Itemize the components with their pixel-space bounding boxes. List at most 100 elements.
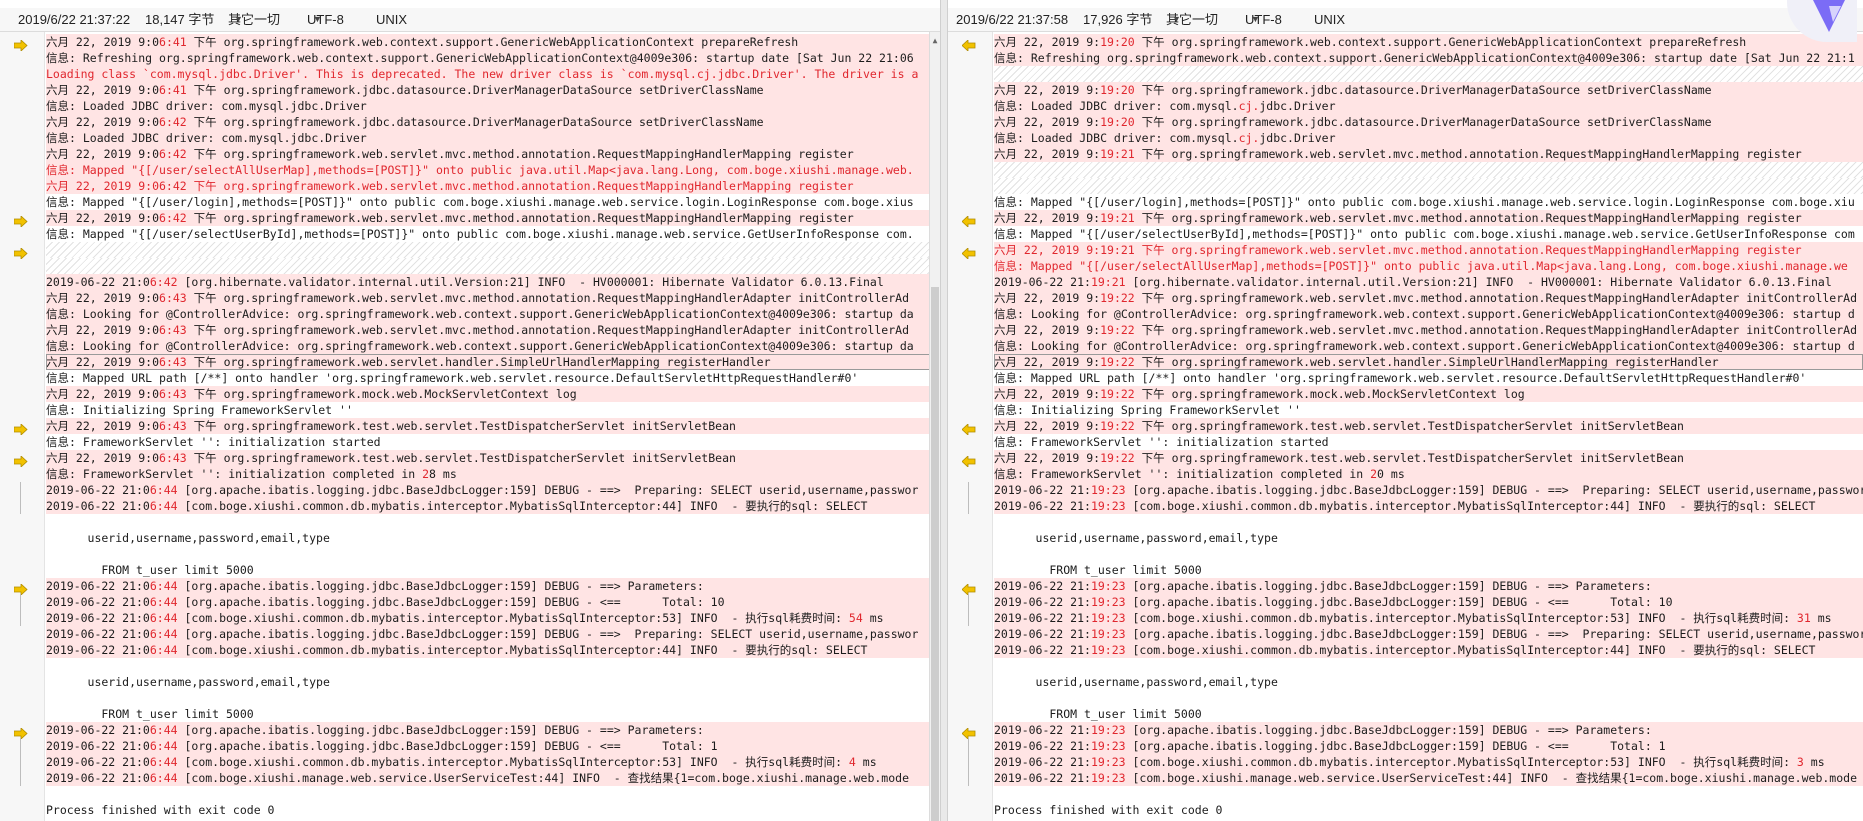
copy-left-arrow-icon[interactable]	[961, 724, 976, 740]
text-line[interactable]: 2019-06-22 21:19:23 [org.apache.ibatis.l…	[994, 722, 1863, 738]
text-line[interactable]: 信息: Initializing Spring FrameworkServlet…	[994, 402, 1863, 418]
text-line[interactable]	[46, 258, 930, 274]
text-line[interactable]: 2019-06-22 21:06:44 [org.apache.ibatis.l…	[46, 594, 930, 610]
text-line[interactable]: 2019-06-22 21:19:23 [org.apache.ibatis.l…	[994, 626, 1863, 642]
text-line[interactable]: 六月 22, 2019 9:19:22 下午 org.springframewo…	[994, 386, 1863, 402]
text-line[interactable]: 六月 22, 2019 9:19:20 下午 org.springframewo…	[994, 82, 1863, 98]
text-line[interactable]	[46, 658, 930, 674]
text-line[interactable]: FROM t_user limit 5000	[46, 562, 930, 578]
text-line[interactable]	[46, 690, 930, 706]
copy-left-arrow-icon[interactable]	[961, 580, 976, 596]
text-line[interactable]: 2019-06-22 21:19:23 [com.boge.xiushi.com…	[994, 498, 1863, 514]
text-line[interactable]: 2019-06-22 21:06:44 [com.boge.xiushi.com…	[46, 642, 930, 658]
copy-right-arrow-icon[interactable]	[13, 212, 28, 228]
text-line[interactable]: 六月 22, 2019 9:19:22 下午 org.springframewo…	[994, 354, 1863, 370]
text-line[interactable]: 信息: Loaded JDBC driver: com.mysql.jdbc.D…	[46, 130, 930, 146]
text-line[interactable]: 2019-06-22 21:06:44 [com.boge.xiushi.com…	[46, 610, 930, 626]
text-line[interactable]	[994, 690, 1863, 706]
text-line[interactable]: 2019-06-22 21:06:44 [com.boge.xiushi.com…	[46, 498, 930, 514]
copy-left-arrow-icon[interactable]	[961, 244, 976, 260]
text-line[interactable]: 2019-06-22 21:19:23 [com.boge.xiushi.com…	[994, 754, 1863, 770]
text-line[interactable]	[994, 514, 1863, 530]
text-line[interactable]: 信息: Mapped "{[/user/login],methods=[POST…	[46, 194, 930, 210]
text-line[interactable]: FROM t_user limit 5000	[46, 706, 930, 722]
copy-right-arrow-icon[interactable]	[13, 580, 28, 596]
text-line[interactable]: 六月 22, 2019 9:06:41 下午 org.springframewo…	[46, 34, 930, 50]
copy-right-arrow-icon[interactable]	[13, 452, 28, 468]
text-line[interactable]: 信息: Initializing Spring FrameworkServlet…	[46, 402, 930, 418]
text-line[interactable]: 信息: Mapped "{[/user/selectAllUserMap],me…	[46, 162, 930, 178]
text-line[interactable]: 2019-06-22 21:06:44 [com.boge.xiushi.com…	[46, 754, 930, 770]
text-line[interactable]: userid,username,password,email,type	[46, 674, 930, 690]
text-line[interactable]	[46, 242, 930, 258]
text-line[interactable]: 六月 22, 2019 9:19:22 下午 org.springframewo…	[994, 450, 1863, 466]
text-line[interactable]: 六月 22, 2019 9:06:42 下午 org.springframewo…	[46, 210, 930, 226]
text-line[interactable]: 2019-06-22 21:19:23 [com.boge.xiushi.com…	[994, 642, 1863, 658]
text-line[interactable]: 六月 22, 2019 9:19:21 下午 org.springframewo…	[994, 210, 1863, 226]
text-line[interactable]: userid,username,password,email,type	[994, 674, 1863, 690]
left-text-lines[interactable]: 六月 22, 2019 9:06:41 下午 org.springframewo…	[46, 34, 930, 818]
text-line[interactable]	[994, 178, 1863, 194]
text-line[interactable]: 六月 22, 2019 9:06:43 下午 org.springframewo…	[46, 354, 930, 370]
text-line[interactable]: 2019-06-22 21:19:23 [com.boge.xiushi.com…	[994, 610, 1863, 626]
text-line[interactable]: 信息: FrameworkServlet '': initialization …	[46, 466, 930, 482]
text-line[interactable]	[46, 514, 930, 530]
text-line[interactable]: 六月 22, 2019 9:19:21 下午 org.springframewo…	[994, 146, 1863, 162]
text-line[interactable]: 信息: Mapped "{[/user/selectAllUserMap],me…	[994, 258, 1863, 274]
copy-left-arrow-icon[interactable]	[961, 212, 976, 228]
text-line[interactable]: 六月 22, 2019 9:06:42 下午 org.springframewo…	[46, 146, 930, 162]
text-line[interactable]: 六月 22, 2019 9:06:43 下午 org.springframewo…	[46, 290, 930, 306]
text-line[interactable]: 信息: Looking for @ControllerAdvice: org.s…	[994, 338, 1863, 354]
text-line[interactable]: 2019-06-22 21:19:23 [com.boge.xiushi.man…	[994, 770, 1863, 786]
text-line[interactable]: 六月 22, 2019 9:06:43 下午 org.springframewo…	[46, 386, 930, 402]
text-line[interactable]: 信息: Mapped "{[/user/selectUserById],meth…	[994, 226, 1863, 242]
text-line[interactable]: Loading class `com.mysql.jdbc.Driver'. T…	[46, 66, 930, 82]
text-line[interactable]: 六月 22, 2019 9:19:20 下午 org.springframewo…	[994, 34, 1863, 50]
text-line[interactable]: 2019-06-22 21:19:23 [org.apache.ibatis.l…	[994, 738, 1863, 754]
left-scrollbar[interactable]: ▲	[929, 32, 940, 821]
text-line[interactable]: 2019-06-22 21:19:23 [org.apache.ibatis.l…	[994, 594, 1863, 610]
text-line[interactable]: Process finished with exit code 0	[994, 802, 1863, 818]
text-line[interactable]: 六月 22, 2019 9:19:22 下午 org.springframewo…	[994, 322, 1863, 338]
text-line[interactable]: userid,username,password,email,type	[46, 530, 930, 546]
text-line[interactable]	[994, 786, 1863, 802]
text-line[interactable]: userid,username,password,email,type	[994, 530, 1863, 546]
text-line[interactable]: 信息: Mapped "{[/user/login],methods=[POST…	[994, 194, 1863, 210]
text-line[interactable]: 2019-06-22 21:06:42 [org.hibernate.valid…	[46, 274, 930, 290]
text-line[interactable]: 六月 22, 2019 9:06:41 下午 org.springframewo…	[46, 82, 930, 98]
text-line[interactable]: 2019-06-22 21:06:44 [org.apache.ibatis.l…	[46, 482, 930, 498]
copy-left-arrow-icon[interactable]	[961, 452, 976, 468]
text-line[interactable]: 六月 22, 2019 9:06:43 下午 org.springframewo…	[46, 450, 930, 466]
text-line[interactable]	[46, 546, 930, 562]
text-line[interactable]: 2019-06-22 21:06:44 [org.apache.ibatis.l…	[46, 722, 930, 738]
text-line[interactable]: 信息: Loaded JDBC driver: com.mysql.jdbc.D…	[46, 98, 930, 114]
text-line[interactable]: 信息: Mapped URL path [/**] onto handler '…	[994, 370, 1863, 386]
text-line[interactable]: 信息: FrameworkServlet '': initialization …	[994, 466, 1863, 482]
text-line[interactable]: 信息: Refreshing org.springframework.web.c…	[46, 50, 930, 66]
text-line[interactable]: 信息: Mapped URL path [/**] onto handler '…	[46, 370, 930, 386]
text-line[interactable]: 信息: Loaded JDBC driver: com.mysql.cj.jdb…	[994, 130, 1863, 146]
text-line[interactable]: 2019-06-22 21:06:44 [org.apache.ibatis.l…	[46, 626, 930, 642]
text-line[interactable]: 六月 22, 2019 9:19:22 下午 org.springframewo…	[994, 290, 1863, 306]
text-line[interactable]	[994, 546, 1863, 562]
text-line[interactable]	[994, 66, 1863, 82]
text-line[interactable]: 信息: Mapped "{[/user/selectUserById],meth…	[46, 226, 930, 242]
text-line[interactable]: 2019-06-22 21:06:44 [org.apache.ibatis.l…	[46, 738, 930, 754]
text-line[interactable]: 六月 22, 2019 9:19:20 下午 org.springframewo…	[994, 114, 1863, 130]
left-compare-pane[interactable]: 2019/6/22 21:37:22 18,147 字节 其它一切 ▼ UTF-8…	[0, 0, 940, 821]
text-line[interactable]	[46, 786, 930, 802]
text-line[interactable]: 六月 22, 2019 9:06:42 下午 org.springframewo…	[46, 114, 930, 130]
text-line[interactable]: 六月 22, 2019 9:06:43 下午 org.springframewo…	[46, 418, 930, 434]
copy-right-arrow-icon[interactable]	[13, 420, 28, 436]
text-line[interactable]: 信息: Looking for @ControllerAdvice: org.s…	[46, 338, 930, 354]
copy-right-arrow-icon[interactable]	[13, 724, 28, 740]
text-line[interactable]: 2019-06-22 21:19:21 [org.hibernate.valid…	[994, 274, 1863, 290]
copy-right-arrow-icon[interactable]	[13, 244, 28, 260]
text-line[interactable]: FROM t_user limit 5000	[994, 706, 1863, 722]
text-line[interactable]: 信息: FrameworkServlet '': initialization …	[994, 434, 1863, 450]
text-line[interactable]: 2019-06-22 21:06:44 [org.apache.ibatis.l…	[46, 578, 930, 594]
copy-left-arrow-icon[interactable]	[961, 36, 976, 52]
text-line[interactable]: 信息: FrameworkServlet '': initialization …	[46, 434, 930, 450]
text-line[interactable]: 信息: Loaded JDBC driver: com.mysql.cj.jdb…	[994, 98, 1863, 114]
text-line[interactable]: FROM t_user limit 5000	[994, 562, 1863, 578]
